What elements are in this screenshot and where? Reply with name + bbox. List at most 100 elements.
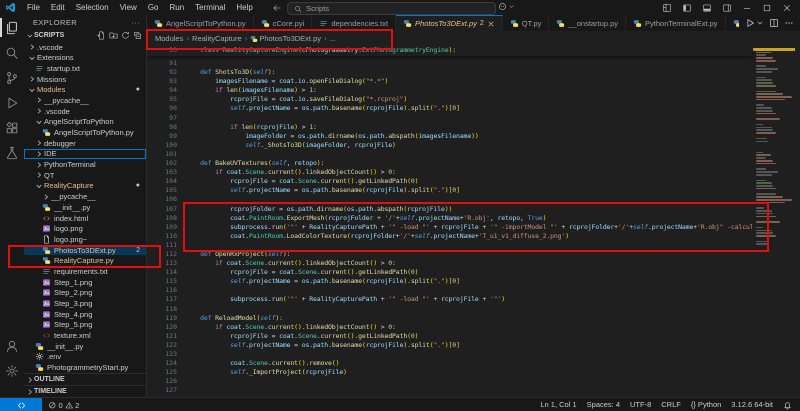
code-line-113[interactable]: 113 if coat.Scene.current().linkedObject… <box>147 259 752 268</box>
tree-item-qt[interactable]: QT <box>24 170 146 181</box>
tree-item-modules[interactable]: Modules● <box>24 84 146 95</box>
close-icon[interactable] <box>487 20 495 28</box>
tab-qt.py[interactable]: QT.py <box>503 15 550 31</box>
tree-item-index.html[interactable]: index.html <box>24 213 146 224</box>
menu-view[interactable]: View <box>115 2 142 13</box>
tree-item-angelscripttopython[interactable]: AngelScriptToPython <box>24 117 146 128</box>
code-line-103[interactable]: 103 if coat.Scene.current().linkedObject… <box>147 168 752 177</box>
run-icon[interactable] <box>745 18 755 28</box>
tree-item-__init__.py[interactable]: __init__.py <box>24 202 146 213</box>
panel-bottom-button[interactable] <box>698 1 716 14</box>
code-line-110[interactable]: 110 coat.PaintRoom.LoadColorTexture(rcpr… <box>147 232 752 241</box>
tree-item-extensions[interactable]: Extensions <box>24 52 146 63</box>
status-crlf[interactable]: CRLF <box>661 400 681 409</box>
maximize-button[interactable] <box>758 1 776 14</box>
code-line-99[interactable]: 99 imageFolder = os.path.dirname(os.path… <box>147 132 752 141</box>
menu-run[interactable]: Run <box>164 2 189 13</box>
close-button[interactable] <box>778 1 796 14</box>
code-line-107[interactable]: 107 rcprojFolder = os.path.dirname(os.pa… <box>147 205 752 214</box>
copilot-icon[interactable] <box>498 2 515 11</box>
code-line-95[interactable]: 95 rcprojFile = coat.io.saveFileDialog("… <box>147 95 752 104</box>
tree-item-realitycapture[interactable]: RealityCapture● <box>24 181 146 192</box>
tree-item-requirements.txt[interactable]: requirements.txt <box>24 266 146 277</box>
code-line-121[interactable]: 121 rcprojFile = coat.Scene.current().ge… <box>147 332 752 341</box>
code-line-116[interactable]: 116 <box>147 286 752 295</box>
code-line-101[interactable]: 101 <box>147 150 752 159</box>
tree-item-photosto3dext.py[interactable]: PhotosTo3DExt.py2 <box>24 245 146 256</box>
tree-item-missions[interactable]: Missions <box>24 74 146 85</box>
panel-left-button[interactable] <box>678 1 696 14</box>
tree-item-step_4.png[interactable]: Step_4.png <box>24 309 146 320</box>
activitybar-source-control[interactable] <box>0 65 24 90</box>
code-line-91[interactable]: 91 <box>147 59 752 68</box>
notifications-bell[interactable] <box>783 400 792 410</box>
activitybar-settings[interactable] <box>0 358 24 383</box>
tree-item-photogrammetrystart.py[interactable]: PhotogrammetryStart.py <box>24 362 146 373</box>
tab-pythonterminalext.py[interactable]: PythonTerminalExt.py <box>626 15 726 31</box>
activitybar-extensions[interactable] <box>0 115 24 140</box>
breadcrumb-item[interactable]: PhotosTo3DExt.py <box>250 34 321 43</box>
code-line-115[interactable]: 115 self.projectName = os.path.basename(… <box>147 277 752 286</box>
menu-selection[interactable]: Selection <box>71 2 114 13</box>
code-line-100[interactable]: 100 self._ShotsTo3D(imageFolder, rcprojF… <box>147 141 752 150</box>
tree-item-ide[interactable]: IDE <box>24 149 146 160</box>
scripts-section-header[interactable]: SCRIPTS <box>24 30 146 41</box>
panel-right-button[interactable] <box>718 1 736 14</box>
status-ln-1-col-1[interactable]: Ln 1, Col 1 <box>540 400 576 409</box>
tree-item-pythonterminal[interactable]: PythonTerminal <box>24 159 146 170</box>
tab-pythonterminal.py[interactable]: PythonTerminal.py <box>726 15 739 31</box>
code-line-125[interactable]: 125 self._ImportProject(rcprojFile) <box>147 368 752 377</box>
code-line-114[interactable]: 114 rcprojFile = coat.Scene.current().ge… <box>147 268 752 277</box>
tree-item-.vscode[interactable]: .vscode <box>24 42 146 53</box>
code-line-105[interactable]: 105 self.projectName = os.path.basename(… <box>147 186 752 195</box>
minimap[interactable] <box>753 46 795 397</box>
code-line-93[interactable]: 93 imagesFilename = coat.io.openFileDial… <box>147 77 752 86</box>
breadcrumb-item[interactable]: Modules <box>155 34 183 43</box>
new-file-icon[interactable] <box>97 31 106 40</box>
collapse-all-icon[interactable] <box>133 31 142 40</box>
code-line-117[interactable]: 117 subprocess.run('"' + RealityCaptureP… <box>147 295 752 304</box>
tree-item-.vscode[interactable]: .vscode <box>24 106 146 117</box>
split-editor-icon[interactable] <box>769 18 779 28</box>
code-line-102[interactable]: 102 def BakeUVTextures(self, retopo): <box>147 159 752 168</box>
breadcrumb[interactable]: Modules›RealityCapture›PhotosTo3DExt.py›… <box>147 31 800 46</box>
code-line-106[interactable]: 106 <box>147 195 752 204</box>
tree-item-step_1.png[interactable]: Step_1.png <box>24 277 146 288</box>
chevron-down-icon[interactable] <box>756 19 764 27</box>
section-timeline[interactable]: TIMELINE <box>24 385 146 397</box>
tree-item-debugger[interactable]: debugger <box>24 138 146 149</box>
menu-file[interactable]: File <box>22 2 45 13</box>
section-outline[interactable]: OUTLINE <box>24 373 146 385</box>
customize-layout-button[interactable] <box>658 1 676 14</box>
tab-photosto3dext.py[interactable]: PhotosTo3DExt.py2 <box>396 15 503 31</box>
code-line-104[interactable]: 104 rcprojFile = coat.Scene.current().ge… <box>147 177 752 186</box>
code-line-94[interactable]: 94 if len(imagesFilename) > 1: <box>147 86 752 95</box>
code-line-127[interactable]: 127 <box>147 386 752 395</box>
tree-item-step_2.png[interactable]: Step_2.png <box>24 288 146 299</box>
tab-angelscripttopython.py[interactable]: AngelScriptToPython.py <box>147 15 254 31</box>
code-line-92[interactable]: 92 def ShotsTo3D(self): <box>147 68 752 77</box>
code-line-122[interactable]: 122 self.projectName = os.path.basename(… <box>147 341 752 350</box>
code-line-124[interactable]: 124 coat.Scene.current().remove() <box>147 359 752 368</box>
code-line-97[interactable]: 97 <box>147 114 752 123</box>
arrow-left-icon[interactable] <box>272 3 282 13</box>
activitybar-account[interactable] <box>0 333 24 358</box>
sticky-scroll-line[interactable]: 33 class RealityCaptureEngine(cPhotogram… <box>147 46 752 56</box>
tree-item-realitycapture.py[interactable]: RealityCapture.py <box>24 255 146 266</box>
sidebar-more-icon[interactable]: ··· <box>131 18 140 27</box>
status-3-12-6-64-bit[interactable]: 3.12.6 64-bit <box>731 400 773 409</box>
code-line-108[interactable]: 108 coat.PaintRoom.ExportMesh(rcprojFold… <box>147 214 752 223</box>
tree-item-startup.txt[interactable]: startup.txt <box>24 63 146 74</box>
code-line-120[interactable]: 120 if coat.Scene.current().linkedObject… <box>147 323 752 332</box>
code-line-96[interactable]: 96 self.projectName = os.path.basename(r… <box>147 104 752 113</box>
command-center[interactable]: Scripts <box>287 2 496 15</box>
tab-__onstartup.py[interactable]: __onstartup.py <box>549 15 626 31</box>
copilot-icon[interactable] <box>498 2 507 11</box>
menu-go[interactable]: Go <box>143 2 164 13</box>
tree-item-angelscripttopython.py[interactable]: AngelScriptToPython.py <box>24 127 146 138</box>
breadcrumb-item[interactable]: ... <box>330 34 336 43</box>
editor-body[interactable]: 33 class RealityCaptureEngine(cPhotogram… <box>147 46 800 397</box>
tree-item-logo.png[interactable]: logo.png~ <box>24 234 146 245</box>
activitybar-run-and-debug[interactable] <box>0 90 24 115</box>
activitybar-explorer[interactable] <box>0 15 24 40</box>
